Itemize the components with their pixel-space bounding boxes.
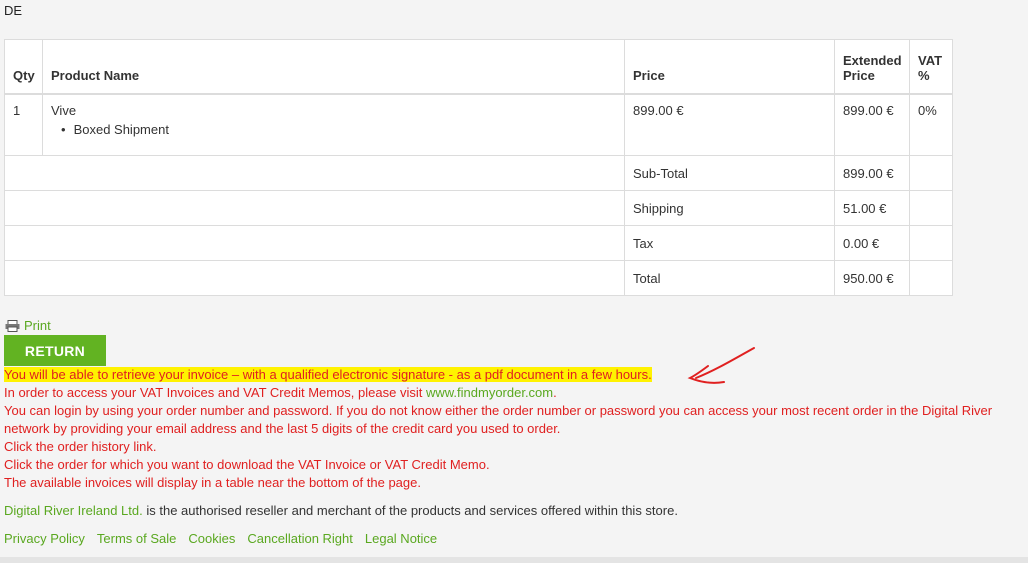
tax-label: Tax bbox=[624, 225, 835, 261]
print-label: Print bbox=[24, 318, 51, 333]
order-table: Qty Product Name Price Extended Price VA… bbox=[4, 39, 953, 296]
header-extended-price: Extended Price bbox=[834, 39, 910, 95]
cookies-link[interactable]: Cookies bbox=[188, 531, 235, 546]
subtotal-label: Sub-Total bbox=[624, 155, 835, 191]
printer-icon bbox=[5, 319, 20, 332]
country-code: DE bbox=[4, 3, 23, 18]
footer-links: Privacy Policy Terms of Sale Cookies Can… bbox=[4, 531, 437, 546]
return-button[interactable]: RETURN bbox=[4, 335, 106, 366]
item-name: Vive bbox=[51, 103, 77, 118]
notice-line-history: Click the order history link. bbox=[4, 439, 157, 454]
notice-line-available: The available invoices will display in a… bbox=[4, 475, 421, 490]
privacy-policy-link[interactable]: Privacy Policy bbox=[4, 531, 85, 546]
table-header-row: Qty Product Name Price Extended Price VA… bbox=[4, 39, 953, 95]
print-link[interactable]: Print bbox=[5, 318, 51, 333]
annotation-arrow-icon bbox=[687, 347, 755, 384]
subtotal-value: 899.00 € bbox=[834, 155, 910, 191]
total-label: Total bbox=[624, 260, 835, 296]
header-vat: VAT % bbox=[909, 39, 953, 95]
reseller-link[interactable]: Digital River Ireland Ltd. bbox=[4, 503, 143, 518]
item-vat: 0% bbox=[909, 93, 953, 156]
header-product-name: Product Name bbox=[42, 39, 625, 95]
summary-row-subtotal: Sub-Total 899.00 € bbox=[4, 155, 953, 191]
header-qty: Qty bbox=[4, 39, 43, 95]
invoice-notice: You will be able to retrieve your invoic… bbox=[4, 366, 1014, 492]
highlighted-notice: You will be able to retrieve your invoic… bbox=[4, 367, 652, 382]
bottom-bar bbox=[0, 557, 1028, 563]
item-option: Boxed Shipment bbox=[74, 122, 616, 137]
tax-value: 0.00 € bbox=[834, 225, 910, 261]
summary-row-shipping: Shipping 51.00 € bbox=[4, 190, 953, 226]
terms-of-sale-link[interactable]: Terms of Sale bbox=[97, 531, 176, 546]
table-row: 1 Vive Boxed Shipment 899.00 € 899.00 € … bbox=[4, 93, 953, 156]
shipping-label: Shipping bbox=[624, 190, 835, 226]
summary-row-tax: Tax 0.00 € bbox=[4, 225, 953, 261]
item-price: 899.00 € bbox=[624, 93, 835, 156]
item-product: Vive Boxed Shipment bbox=[42, 93, 625, 156]
summary-row-total: Total 950.00 € bbox=[4, 260, 953, 296]
reseller-statement: Digital River Ireland Ltd. is the author… bbox=[4, 503, 678, 518]
header-price: Price bbox=[624, 39, 835, 95]
notice-line-access: In order to access your VAT Invoices and… bbox=[4, 385, 557, 400]
findmyorder-link[interactable]: www.findmyorder.com bbox=[426, 385, 553, 400]
notice-line-order: Click the order for which you want to do… bbox=[4, 457, 490, 472]
shipping-value: 51.00 € bbox=[834, 190, 910, 226]
cancellation-right-link[interactable]: Cancellation Right bbox=[247, 531, 353, 546]
item-extended-price: 899.00 € bbox=[834, 93, 910, 156]
notice-line-login: You can login by using your order number… bbox=[4, 403, 993, 436]
item-qty: 1 bbox=[4, 93, 43, 156]
legal-notice-link[interactable]: Legal Notice bbox=[365, 531, 437, 546]
total-value: 950.00 € bbox=[834, 260, 910, 296]
